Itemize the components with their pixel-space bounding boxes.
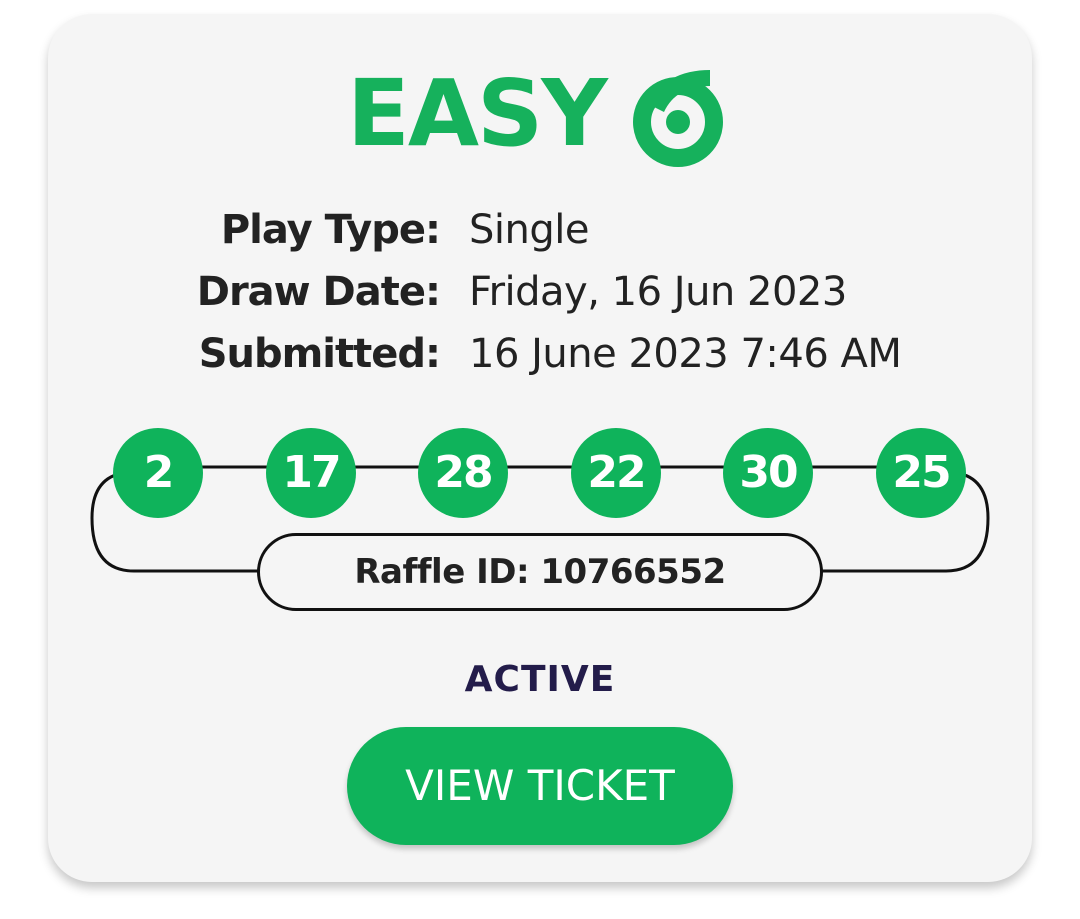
draw-date-value: Friday, 16 Jun 2023	[469, 269, 847, 315]
submitted-row: Submitted: 16 June 2023 7:46 AM	[0, 324, 1080, 384]
submitted-label: Submitted:	[198, 331, 441, 377]
number-ball: 22	[571, 428, 661, 518]
raffle-id: Raffle ID: 10766552	[257, 533, 823, 611]
easy6-logo: EASY	[347, 60, 723, 167]
number-ball: 2	[113, 428, 203, 518]
play-type-value: Single	[469, 207, 589, 253]
number-ball: 28	[418, 428, 508, 518]
status-label: ACTIVE	[464, 659, 616, 700]
view-ticket-button[interactable]: VIEW TICKET	[347, 727, 733, 845]
number-ball: 25	[876, 428, 966, 518]
logo-six-icon	[633, 70, 723, 167]
draw-date-label: Draw Date:	[196, 269, 441, 315]
number-ball: 17	[266, 428, 356, 518]
play-type-row: Play Type: Single	[0, 200, 1080, 260]
draw-date-row: Draw Date: Friday, 16 Jun 2023	[0, 262, 1080, 322]
submitted-value: 16 June 2023 7:46 AM	[469, 331, 902, 377]
logo-text: EASY	[347, 60, 608, 167]
play-type-label: Play Type:	[220, 207, 441, 253]
number-ball: 30	[723, 428, 813, 518]
